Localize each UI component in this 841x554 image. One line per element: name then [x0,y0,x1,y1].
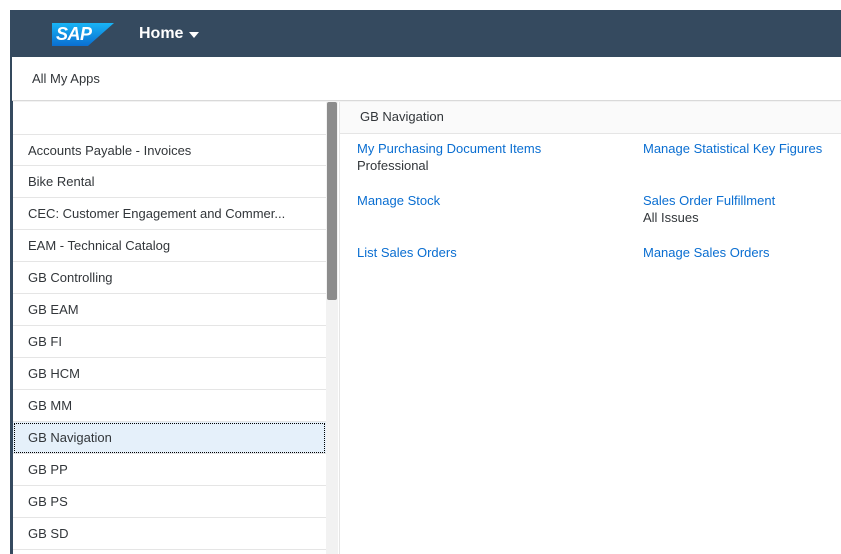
app-subtitle: Professional [357,158,429,173]
app-tile: My Purchasing Document Items Professional [357,140,643,192]
app-link[interactable]: Manage Sales Orders [643,244,841,261]
sidebar-item[interactable]: GB MM [13,390,326,422]
sap-logo[interactable]: SAP [52,23,114,46]
caret-down-icon [189,32,200,38]
sidebar-item[interactable]: EAM - Technical Catalog [13,230,326,262]
apps-grid: My Purchasing Document Items Professional… [357,140,841,296]
sidebar-item[interactable]: GB PP [13,454,326,486]
app-link[interactable]: My Purchasing Document Items [357,140,643,157]
catalog-content: GB Navigation My Purchasing Document Ite… [340,102,841,554]
sidebar-item[interactable]: GB Navigation [13,422,326,454]
sidebar-scrollbar-thumb[interactable] [327,102,337,300]
shell-header: SAP Home [10,10,841,67]
app-tile: List Sales Orders [357,244,643,296]
sidebar-item[interactable]: Accounts Payable - Invoices [13,134,326,166]
sidebar-item[interactable]: GB FI [13,326,326,358]
app-link[interactable]: List Sales Orders [357,244,643,261]
app-link[interactable]: Sales Order Fulfillment [643,192,841,209]
home-menu-button[interactable]: Home [139,23,200,45]
sidebar-item[interactable]: GB HCM [13,358,326,390]
app-tile: Manage Sales Orders [643,244,841,296]
app-link[interactable]: Manage Statistical Key Figures [643,140,841,157]
sidebar-item[interactable]: GB Controlling [13,262,326,294]
sidebar-item[interactable]: GB PS [13,486,326,518]
home-menu-label: Home [139,25,184,42]
catalog-sidebar: Accounts Payable - Invoices Bike Rental CE… [13,102,340,554]
app-subtitle: All Issues [643,210,699,225]
app-link[interactable]: Manage Stock [357,192,643,209]
sidebar-item[interactable]: Bike Rental [13,166,326,198]
catalog-title: GB Navigation [340,102,841,134]
sidebar-item[interactable]: CEC: Customer Engagement and Commer... [13,198,326,230]
all-my-apps-header: All My Apps [12,57,841,101]
sidebar-item[interactable]: GB SD [13,518,326,550]
page-title: All My Apps [32,71,100,86]
app-tile: Manage Statistical Key Figures [643,140,841,192]
sap-logo-text: SAP [56,24,92,44]
sidebar-item[interactable]: GB EAM [13,294,326,326]
app-tile: Sales Order Fulfillment All Issues [643,192,841,244]
catalog-list: Accounts Payable - Invoices Bike Rental CE… [13,134,326,550]
app-tile: Manage Stock [357,192,643,244]
